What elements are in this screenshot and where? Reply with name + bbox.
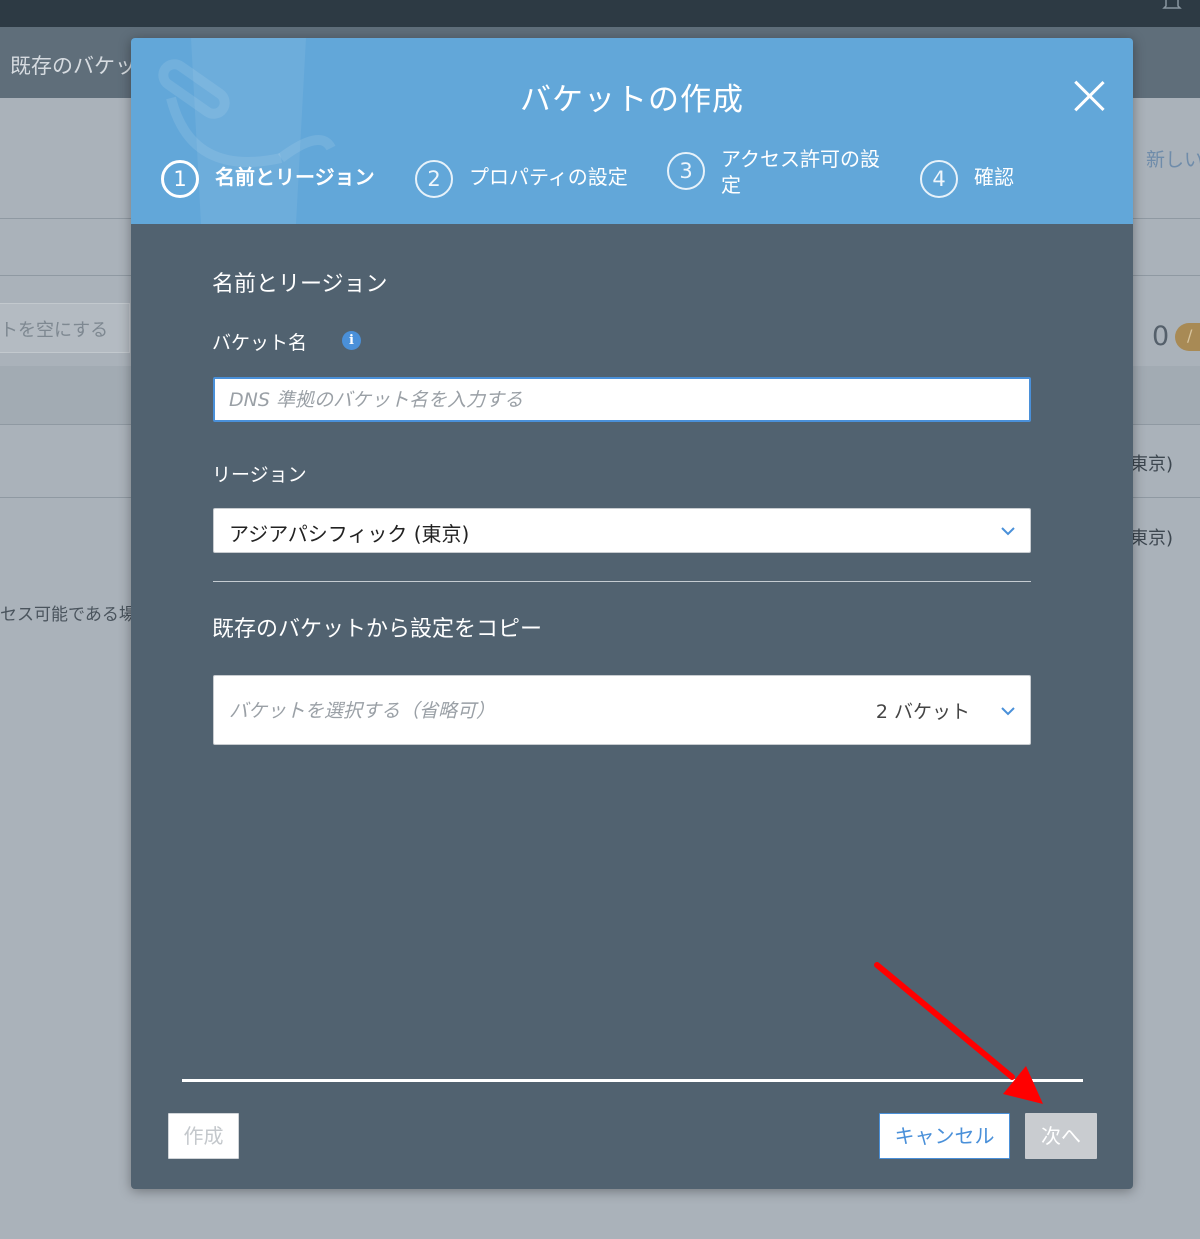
region-label: リージョン	[212, 464, 307, 486]
step-label: プロパティの設定	[469, 165, 628, 189]
copy-bucket-select[interactable]: バケットを選択する（省略可） 2 バケット	[213, 675, 1031, 745]
section-title: 名前とリージョン	[212, 272, 388, 297]
count-badge: /	[1175, 323, 1200, 351]
dialog-header: バケットの作成 1 名前とリージョン 2 プロパティの設定 3 アクセス許可の設…	[131, 38, 1133, 224]
copy-settings-title: 既存のバケットから設定をコピー	[212, 617, 543, 642]
create-bucket-dialog: バケットの作成 1 名前とリージョン 2 プロパティの設定 3 アクセス許可の設…	[131, 38, 1133, 1189]
bucket-count-label: 2 バケット	[875, 701, 970, 723]
info-icon[interactable]: i	[342, 331, 361, 350]
table-cell-region: 東京)	[1130, 528, 1174, 549]
next-button[interactable]: 次へ	[1025, 1113, 1097, 1159]
chevron-down-icon	[1001, 527, 1015, 536]
step-number: 1	[161, 160, 199, 198]
footer-divider	[182, 1079, 1083, 1082]
bucket-name-label: バケット名	[212, 332, 308, 354]
step-number: 4	[920, 160, 958, 198]
page-title: 既存のバケッ	[10, 54, 136, 78]
step-number: 3	[667, 152, 705, 190]
close-icon[interactable]	[1071, 78, 1107, 114]
create-button[interactable]: 作成	[168, 1113, 239, 1159]
bucket-name-input[interactable]	[213, 377, 1031, 422]
access-note: セス可能である場	[0, 605, 136, 625]
empty-bucket-label: トを空にする	[0, 320, 109, 341]
top-navigation-bar	[0, 0, 1200, 27]
copy-bucket-placeholder: バケットを選択する（省略可）	[229, 700, 496, 722]
dialog-title: バケットの作成	[520, 82, 744, 118]
bucket-count: 0	[1152, 321, 1170, 352]
chevron-down-icon	[1001, 707, 1015, 716]
step-label: 名前とリージョン	[215, 165, 375, 189]
step-number: 2	[415, 160, 453, 198]
cancel-button[interactable]: キャンセル	[879, 1113, 1010, 1159]
new-link[interactable]: 新しい	[1146, 145, 1200, 172]
bell-icon[interactable]	[1162, 0, 1182, 12]
section-divider	[213, 581, 1031, 582]
step-label: 確認	[974, 165, 1014, 189]
step-label: アクセス許可の設定	[721, 147, 880, 197]
table-cell-region: 東京)	[1130, 454, 1174, 475]
region-select[interactable]: アジアパシフィック (東京)	[213, 508, 1031, 553]
region-selected-value: アジアパシフィック (東京)	[229, 522, 470, 546]
